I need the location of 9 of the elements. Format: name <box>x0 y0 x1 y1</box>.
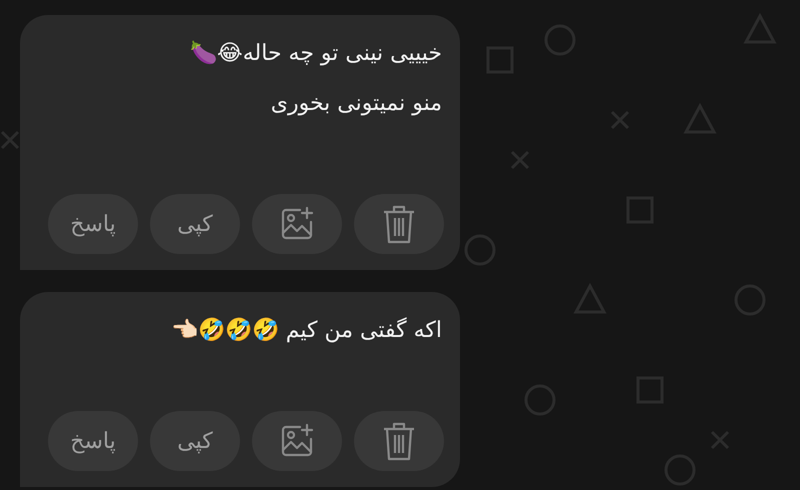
action-button[interactable]: پاسخ <box>48 411 138 471</box>
action-button[interactable]: پاسخ <box>48 194 138 254</box>
action-button[interactable]: کپی <box>150 411 240 471</box>
message-text: منو نمیتونی بخوری <box>270 90 442 118</box>
action-button[interactable]: کپی <box>150 194 240 254</box>
message-text: خیییی نینی تو چه حاله😂🍆 <box>190 40 442 68</box>
trash-icon <box>382 421 416 461</box>
message-text: اکه گفتی من کیم 🤣🤣🤣👈🏻 <box>170 316 442 345</box>
trash-icon <box>382 204 416 244</box>
